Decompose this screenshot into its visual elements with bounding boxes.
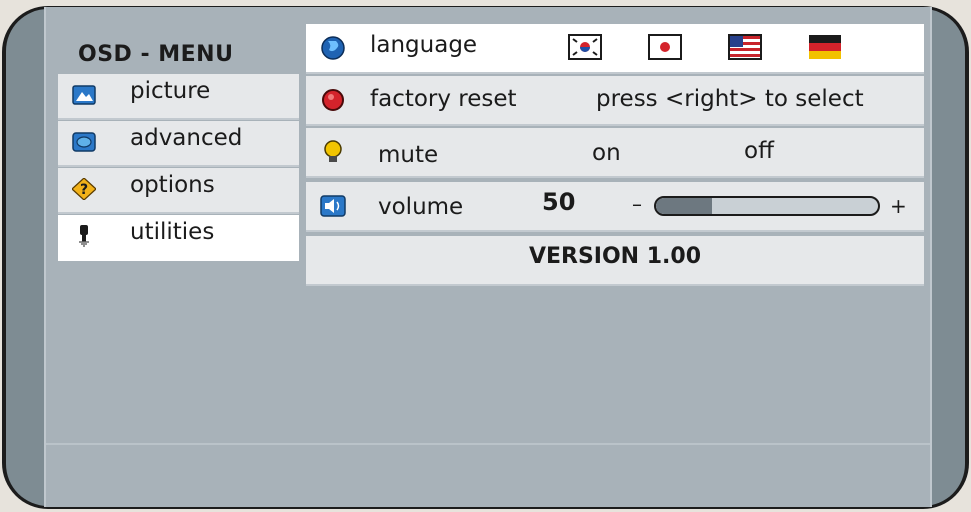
picture-icon xyxy=(72,85,96,105)
factory-reset-hint: press <right> to select xyxy=(596,86,864,112)
globe-icon xyxy=(321,36,345,60)
germany-flag-icon[interactable] xyxy=(808,34,842,60)
sidebar-item-picture[interactable]: picture xyxy=(58,74,299,120)
sidebar-item-advanced[interactable]: advanced xyxy=(58,121,299,167)
volume-increase-button[interactable]: + xyxy=(890,194,907,218)
advanced-icon xyxy=(72,132,96,152)
volume-decrease-button[interactable]: – xyxy=(632,192,642,216)
japan-flag-icon[interactable] xyxy=(648,34,682,60)
mute-label: mute xyxy=(378,142,439,168)
mute-on-option[interactable]: on xyxy=(592,140,621,166)
volume-label: volume xyxy=(378,194,464,220)
language-label: language xyxy=(370,32,478,58)
speaker-icon xyxy=(320,195,346,217)
sidebar-item-utilities[interactable]: utilities xyxy=(58,215,299,261)
volume-value: 50 xyxy=(542,188,576,216)
mute-row[interactable]: mute on off xyxy=(306,128,924,178)
menu-title: OSD - MENU xyxy=(78,42,234,67)
factory-reset-row[interactable]: factory reset press <right> to select xyxy=(306,76,924,126)
factory-reset-label: factory reset xyxy=(370,86,517,112)
language-row[interactable]: language xyxy=(306,24,924,74)
sidebar-item-label: picture xyxy=(130,78,211,104)
volume-slider-fill xyxy=(656,198,712,214)
korea-flag-icon[interactable] xyxy=(568,34,602,60)
svg-text:?: ? xyxy=(80,182,88,198)
options-icon: ? xyxy=(72,178,96,200)
sidebar-item-label: utilities xyxy=(130,219,215,245)
volume-slider[interactable] xyxy=(654,196,880,216)
usa-flag-icon[interactable] xyxy=(728,34,762,60)
panel-divider xyxy=(46,443,930,445)
reset-icon xyxy=(322,89,344,111)
bulb-icon xyxy=(324,140,342,162)
version-text: VERSION 1.00 xyxy=(528,244,702,269)
mute-off-option[interactable]: off xyxy=(744,138,774,164)
sidebar-item-label: options xyxy=(130,172,215,198)
sidebar-item-options[interactable]: ? options xyxy=(58,168,299,214)
version-row: VERSION 1.00 xyxy=(306,236,924,286)
utilities-icon xyxy=(79,225,89,247)
sidebar-item-label: advanced xyxy=(130,125,243,151)
volume-row[interactable]: volume 50 – + xyxy=(306,182,924,232)
